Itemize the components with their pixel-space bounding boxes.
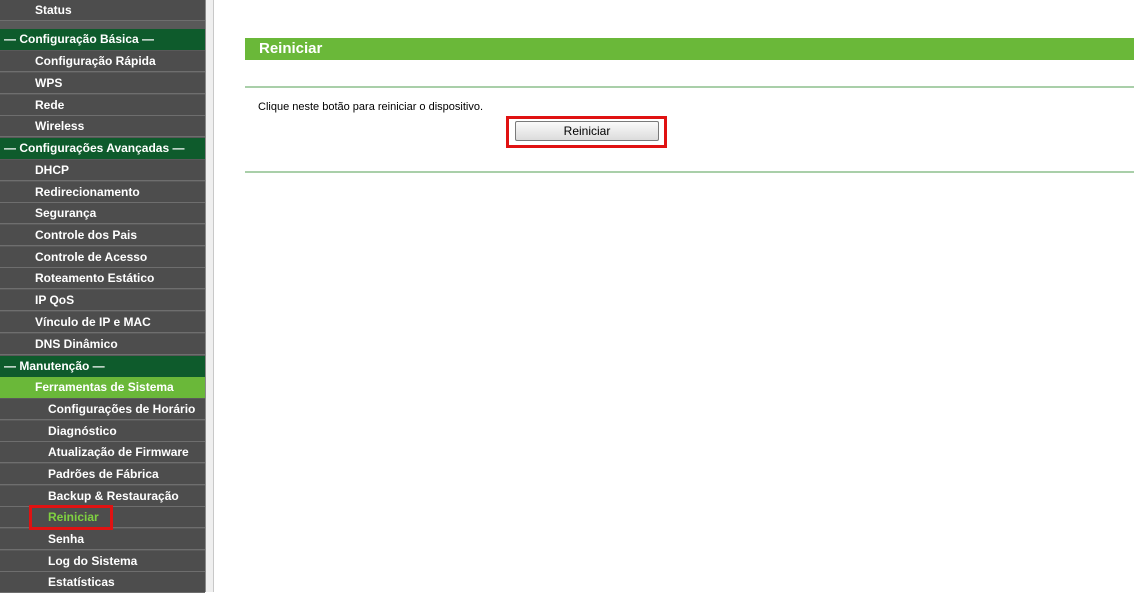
sidebar-item-dhcp[interactable]: DHCP [0,160,205,181]
reboot-description: Clique neste botão para reiniciar o disp… [258,101,484,113]
sidebar-reboot-highlight [29,505,113,530]
sidebar-subitem-firmware-upgrade[interactable]: Atualização de Firmware [0,442,205,463]
sidebar-item-wps[interactable]: WPS [0,73,205,94]
page-title: Reiniciar [245,38,1134,60]
sidebar-item-forwarding[interactable]: Redirecionamento [0,182,205,203]
sidebar-item-system-tools[interactable]: Ferramentas de Sistema [0,377,205,398]
sidebar-item-status[interactable]: Status [0,0,205,21]
sidebar-item-ip-qos[interactable]: IP QoS [0,290,205,311]
sidebar-item-wireless[interactable]: Wireless [0,116,205,137]
sidebar-subitem-system-log[interactable]: Log do Sistema [0,551,205,572]
sidebar-section-advanced: — Configurações Avançadas — [0,138,205,159]
sidebar-item-access-control[interactable]: Controle de Acesso [0,247,205,268]
sidebar-subitem-backup-restore[interactable]: Backup & Restauração [0,486,205,507]
sidebar-subitem-statistics[interactable]: Estatísticas [0,572,205,593]
sidebar-item-security[interactable]: Segurança [0,203,205,224]
sidebar-subitem-factory-defaults[interactable]: Padrões de Fábrica [0,464,205,485]
sidebar: Status — Configuração Básica — Configura… [0,0,205,593]
sidebar-subitem-diagnostic[interactable]: Diagnóstico [0,421,205,442]
sidebar-section-maintenance: — Manutenção — [0,356,205,377]
sidebar-subitem-time-settings[interactable]: Configurações de Horário [0,399,205,420]
top-divider [245,86,1134,88]
sidebar-section-basic: — Configuração Básica — [0,29,205,50]
sidebar-item-dynamic-dns[interactable]: DNS Dinâmico [0,334,205,355]
sidebar-item-parental-control[interactable]: Controle dos Pais [0,225,205,246]
sidebar-item-quick-setup[interactable]: Configuração Rápida [0,51,205,72]
sidebar-item-network[interactable]: Rede [0,95,205,116]
bottom-divider [245,171,1134,173]
sidebar-scroll-edge [205,0,214,592]
reboot-button-highlight [506,116,667,148]
sidebar-subitem-password[interactable]: Senha [0,529,205,550]
sidebar-item-static-routing[interactable]: Roteamento Estático [0,268,205,289]
sidebar-item-ip-mac-binding[interactable]: Vínculo de IP e MAC [0,312,205,333]
